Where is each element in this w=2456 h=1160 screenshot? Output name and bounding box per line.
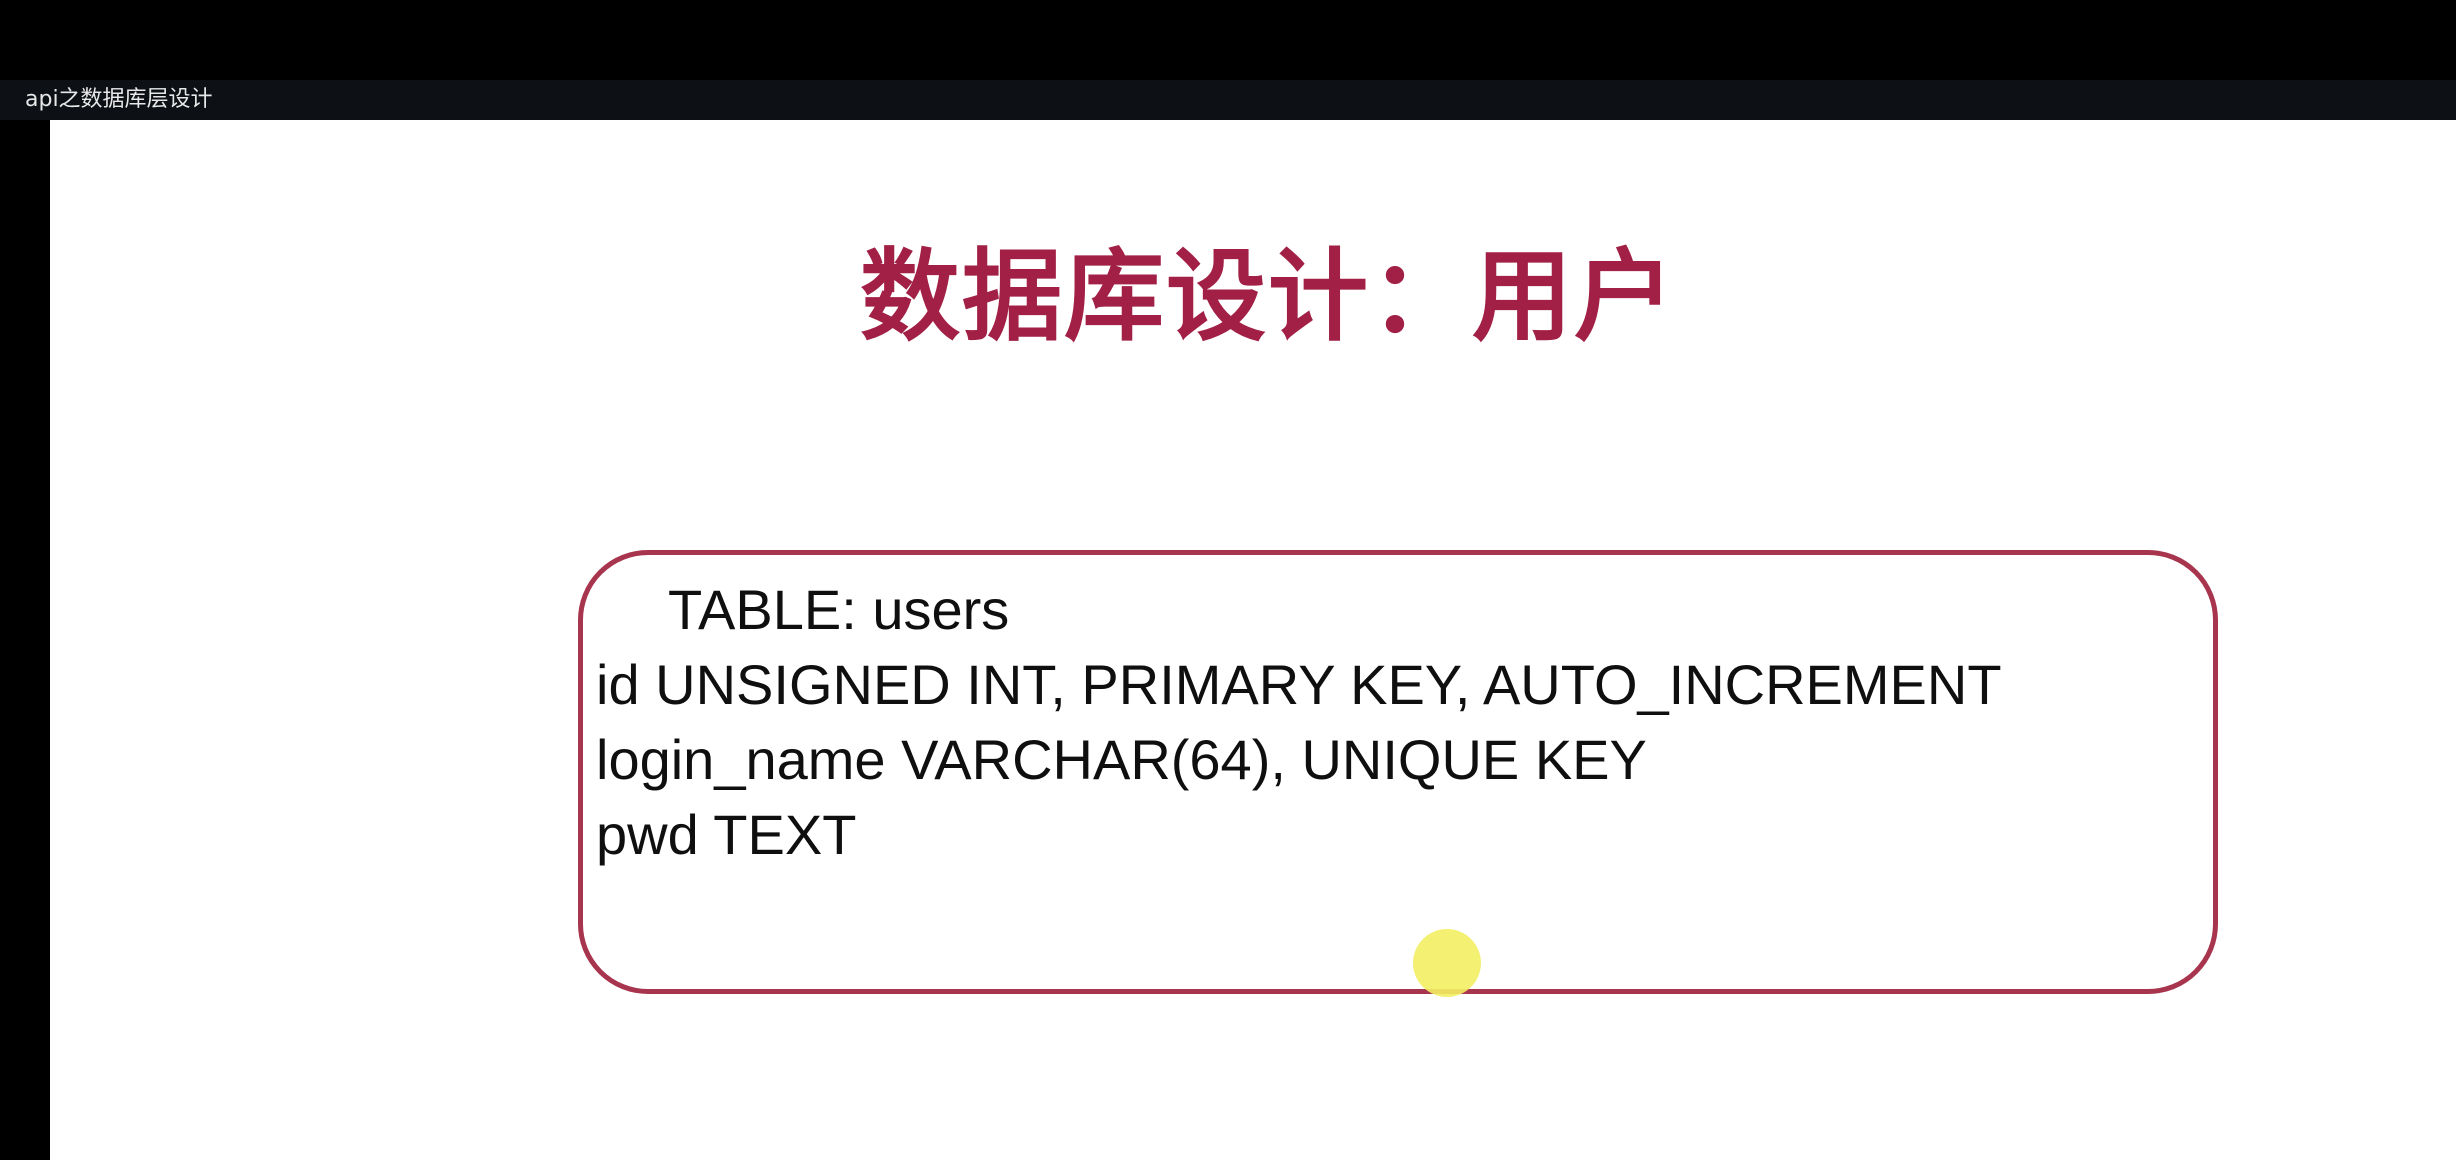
table-name-line: TABLE: users xyxy=(668,578,1010,641)
window-title: api之数据库层设计 xyxy=(25,87,213,112)
slide-title: 数据库设计：用户 xyxy=(860,238,1676,355)
window-title-bar: api之数据库层设计 xyxy=(0,80,2456,120)
cursor-highlight-icon xyxy=(1413,929,1481,997)
top-black-bar xyxy=(0,0,2456,80)
schema-text: TABLE: users id UNSIGNED INT, PRIMARY KEY… xyxy=(596,572,2002,872)
column-line-pwd: pwd TEXT xyxy=(596,803,857,866)
column-line-login-name: login_name VARCHAR(64), UNIQUE KEY xyxy=(596,728,1647,791)
column-line-id: id UNSIGNED INT, PRIMARY KEY, AUTO_INCRE… xyxy=(596,653,2002,716)
